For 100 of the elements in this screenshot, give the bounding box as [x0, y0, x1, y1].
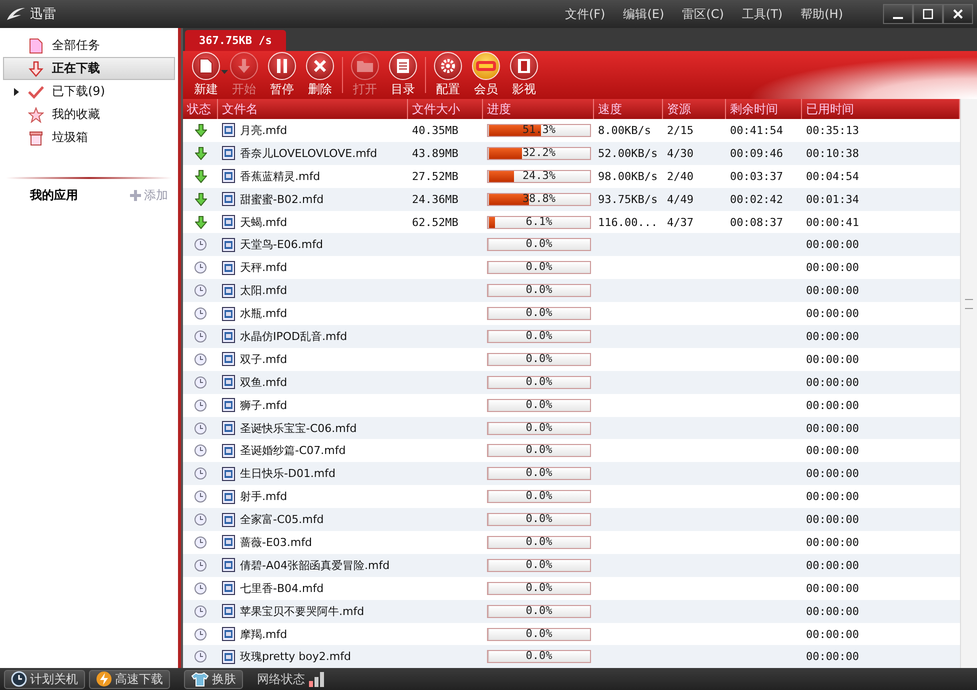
maximize-button[interactable] — [913, 4, 943, 24]
window-title: 迅雷 — [30, 6, 56, 23]
progress-bar: 0.0% — [487, 536, 591, 549]
table-row[interactable]: 玫瑰pretty boy2.mfd 0.0% 00:00:00 — [183, 645, 960, 668]
toolbar-button[interactable]: 会员 — [467, 52, 505, 98]
progress-bar: 0.0% — [487, 558, 591, 572]
elapsed-time: 00:00:00 — [806, 467, 859, 480]
progress-bar: 0.0% — [487, 650, 591, 664]
star-icon — [28, 106, 44, 122]
close-icon — [953, 9, 963, 19]
speed-tab[interactable]: 367.75KB /s — [185, 30, 286, 51]
file-name: 香奈儿LOVELOVLOVE.mfd — [240, 146, 378, 161]
file-name: 摩羯.mfd — [240, 626, 288, 642]
file-name: 圣诞快乐宝宝-C06.mfd — [240, 420, 357, 436]
file-name: 甜蜜蜜-B02.mfd — [240, 192, 324, 207]
progress-bar: 0.0% — [487, 582, 591, 595]
progress-bar: 0.0% — [487, 628, 591, 641]
file-name: 太阳.mfd — [240, 283, 288, 298]
file-icon — [222, 421, 235, 436]
file-icon — [222, 398, 235, 412]
section-title: 我的应用 — [30, 187, 78, 204]
minimize-button[interactable] — [883, 4, 913, 24]
elapsed-time: 00:00:00 — [806, 444, 859, 458]
sources-value: 4/37 — [667, 216, 694, 228]
menu-item[interactable]: 编辑(E) — [623, 6, 664, 22]
status-button[interactable]: 高速下载 — [89, 670, 170, 688]
elapsed-time: 00:00:00 — [806, 422, 859, 435]
menu-item[interactable]: 雷区(C) — [682, 6, 724, 22]
file-icon — [222, 192, 235, 206]
elapsed-time: 00:00:00 — [806, 604, 859, 618]
file-icon — [222, 169, 235, 184]
sidebar-item[interactable]: 我的收藏 — [3, 103, 175, 126]
table-row[interactable]: 天蝎.mfd 62.52MB 6.1% 116.00... 4/37 00:08:37 00:00:41 — [183, 210, 960, 234]
progress-bar: 0.0% — [487, 238, 591, 252]
file-icon — [222, 329, 235, 344]
menu-item[interactable]: 工具(T) — [742, 6, 783, 22]
speed-value: 8.00KB/s — [598, 124, 651, 137]
expand-arrow-icon[interactable] — [14, 88, 19, 96]
progress-bar: 0.0% — [487, 376, 591, 389]
speed-value: 98.00KB/s — [598, 170, 658, 183]
close-button[interactable] — [943, 4, 973, 24]
document-icon — [199, 58, 213, 74]
remaining-time: 00:09:46 — [730, 146, 783, 160]
table-row[interactable]: 摩羯.mfd 0.0% 00:00:00 — [183, 622, 960, 646]
file-name: 倩碧-A04张韶函真爱冒险.mfd — [240, 558, 390, 573]
sources-value: 4/49 — [667, 192, 694, 206]
toolbar-button[interactable]: 目录 — [384, 52, 422, 98]
table-row[interactable]: 香奈儿LOVELOVLOVE.mfd 43.89MB 32.2% 52.00KB/s 4/30 00:09:46 00:10:38 — [183, 142, 960, 165]
lightning-icon — [96, 671, 112, 687]
table-row[interactable]: 双鱼.mfd 0.0% 00:00:00 — [183, 370, 960, 394]
file-name: 天秤.mfd — [240, 260, 288, 276]
table-row[interactable]: 天堂鸟-E06.mfd 0.0% 00:00:00 — [183, 233, 960, 256]
file-icon — [222, 581, 235, 596]
down-arrow-icon — [28, 60, 44, 76]
file-icon — [222, 352, 235, 366]
table-row[interactable]: 太阳.mfd 0.0% 00:00:00 — [183, 279, 960, 302]
elapsed-time: 00:00:00 — [806, 238, 859, 252]
file-name: 月亮.mfd — [240, 122, 288, 138]
file-size: 24.36MB — [412, 192, 458, 206]
progress-bar: 6.1% — [487, 216, 591, 228]
elapsed-time: 00:00:41 — [806, 216, 859, 228]
sidebar-item[interactable]: 正在下载 — [3, 57, 175, 80]
sidebar-item[interactable]: 全部任务 — [3, 34, 175, 57]
toolbar-button[interactable]: 新建 — [187, 52, 225, 98]
sidebar-item[interactable]: 垃圾箱 — [3, 126, 175, 149]
file-name: 七里香-B04.mfd — [240, 580, 324, 596]
status-button[interactable]: 计划关机 — [4, 670, 85, 688]
toolbar-button[interactable]: 配置 — [429, 52, 467, 98]
remaining-time: 00:08:37 — [730, 216, 783, 228]
toolbar-button[interactable]: 影视 — [505, 52, 543, 98]
progress-bar: 0.0% — [487, 467, 591, 480]
table-row[interactable]: 苹果宝贝不要哭阿牛.mfd 0.0% 00:00:00 — [183, 600, 960, 623]
elapsed-time: 00:00:00 — [806, 650, 859, 664]
down-arrow-icon — [237, 58, 251, 74]
menu-item[interactable]: 文件(F) — [564, 6, 606, 22]
table-row[interactable]: 圣诞快乐宝宝-C06.mfd 0.0% 00:00:00 — [183, 416, 960, 440]
file-name: 全家富-C05.mfd — [240, 512, 324, 528]
toolbar-button[interactable]: 暂停 — [263, 52, 301, 98]
sidebar-item[interactable]: 已下载(9) — [3, 80, 175, 103]
trash-icon — [28, 130, 44, 146]
file-icon — [222, 512, 235, 527]
status-button[interactable]: 换肤 — [184, 670, 243, 688]
speed-value: 52.00KB/s — [598, 146, 658, 160]
table-row[interactable]: 倩碧-A04张韶函真爱冒险.mfd 0.0% 00:00:00 — [183, 554, 960, 577]
file-name: 水晶仿IPOD乱音.mfd — [240, 328, 348, 344]
table-row[interactable]: 生日快乐-D01.mfd 0.0% 00:00:00 — [183, 462, 960, 486]
table-row[interactable]: 全家富-C05.mfd 0.0% 00:00:00 — [183, 508, 960, 532]
toolbar-button[interactable]: 删除 — [301, 52, 339, 98]
file-name: 射手.mfd — [240, 489, 288, 504]
file-icon — [222, 535, 235, 550]
menu-item[interactable]: 帮助(H) — [800, 6, 843, 22]
elapsed-time: 00:00:00 — [806, 330, 859, 343]
signal-bars-icon[interactable] — [309, 672, 325, 686]
scrollbar[interactable] — [960, 99, 977, 668]
file-icon — [222, 627, 235, 642]
file-name: 香蕉蓝精灵.mfd — [240, 168, 320, 184]
elapsed-time: 00:00:00 — [806, 307, 859, 320]
table-row[interactable]: 水晶仿IPOD乱音.mfd 0.0% 00:00:00 — [183, 325, 960, 348]
file-icon — [222, 604, 235, 618]
speed-value: 116.00... — [598, 216, 658, 228]
